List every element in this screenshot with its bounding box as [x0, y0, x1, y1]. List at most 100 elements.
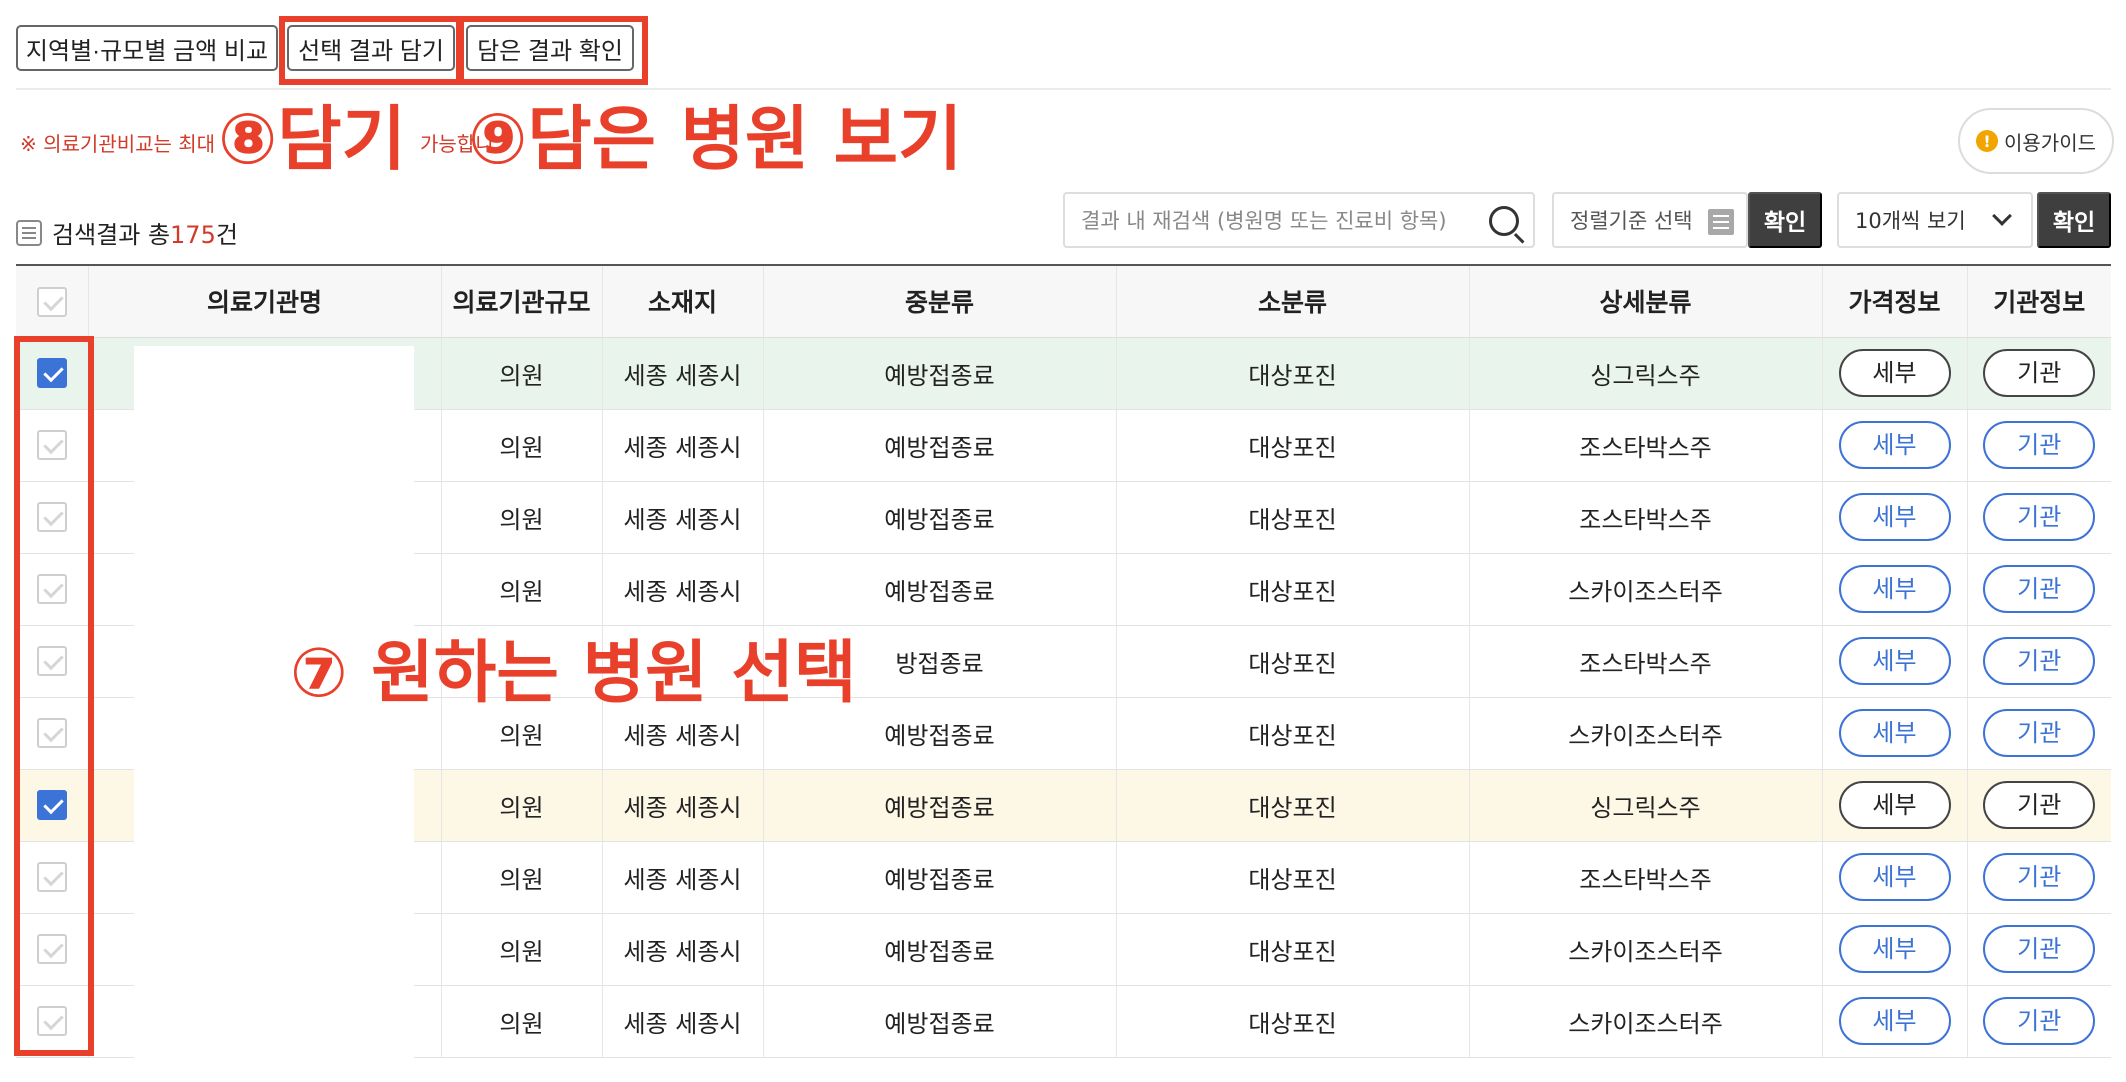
- price-detail-button[interactable]: 세부: [1838, 925, 1951, 973]
- row-checkbox[interactable]: [36, 358, 67, 388]
- row-checkbox[interactable]: [36, 574, 67, 604]
- price-info-cell: 세부: [1822, 625, 1968, 698]
- annotation-step-9: ⑨담은 병원 보기: [468, 98, 963, 180]
- detail-category-cell: 조스타박스주: [1469, 841, 1823, 914]
- location-cell: 세종 세종시: [602, 913, 764, 986]
- institution-info-cell: 기관: [1967, 409, 2111, 482]
- institution-info-button[interactable]: 기관: [1983, 997, 2096, 1045]
- usage-guide-button[interactable]: ! 이용가이드: [1958, 108, 2114, 174]
- institution-info-button[interactable]: 기관: [1983, 637, 2096, 685]
- header-small-category: 소분류: [1116, 264, 1470, 338]
- row-checkbox[interactable]: [36, 718, 67, 748]
- small-category-cell: 대상포진: [1116, 769, 1470, 842]
- price-info-cell: 세부: [1822, 409, 1968, 482]
- row-checkbox[interactable]: [36, 862, 67, 892]
- header-location: 소재지: [602, 264, 764, 338]
- institution-size-cell: 의원: [441, 985, 603, 1058]
- location-cell: 세종 세종시: [602, 769, 764, 842]
- result-count-suffix: 건: [215, 221, 238, 249]
- header-mid-category: 중분류: [763, 264, 1117, 338]
- price-detail-button[interactable]: 세부: [1838, 637, 1951, 685]
- chevron-down-icon: [1992, 206, 2012, 226]
- row-checkbox[interactable]: [36, 790, 67, 820]
- detail-category-cell: 조스타박스주: [1469, 409, 1823, 482]
- select-all-checkbox[interactable]: [36, 286, 67, 317]
- header-size: 의료기관규모: [441, 264, 603, 338]
- price-detail-button[interactable]: 세부: [1838, 349, 1951, 397]
- institution-size-cell: 의원: [441, 337, 603, 410]
- institution-info-cell: 기관: [1967, 697, 2111, 770]
- add-selected-results-button[interactable]: 선택 결과 담기: [287, 25, 455, 71]
- institution-info-button[interactable]: 기관: [1983, 493, 2096, 541]
- small-category-cell: 대상포진: [1116, 697, 1470, 770]
- institution-info-button[interactable]: 기관: [1983, 781, 2096, 829]
- price-detail-button[interactable]: 세부: [1838, 565, 1951, 613]
- institution-info-cell: 기관: [1967, 841, 2111, 914]
- small-category-cell: 대상포진: [1116, 841, 1470, 914]
- institution-info-button[interactable]: 기관: [1983, 565, 2096, 613]
- detail-category-cell: 싱그릭스주: [1469, 337, 1823, 410]
- price-info-cell: 세부: [1822, 553, 1968, 626]
- notice-text: ※ 의료기관비교는 최대: [20, 132, 216, 156]
- mid-category-cell: 예방접종료: [763, 985, 1117, 1058]
- price-info-cell: 세부: [1822, 697, 1968, 770]
- per-page-confirm-button[interactable]: 확인: [2037, 192, 2111, 248]
- price-detail-button[interactable]: 세부: [1838, 421, 1951, 469]
- price-detail-button[interactable]: 세부: [1838, 997, 1951, 1045]
- row-checkbox[interactable]: [36, 502, 67, 532]
- per-page-select[interactable]: 10개씩 보기: [1837, 192, 2033, 248]
- region-size-compare-button[interactable]: 지역별·규모별 금액 비교: [16, 25, 278, 71]
- detail-category-cell: 스카이조스터주: [1469, 913, 1823, 986]
- institution-info-button[interactable]: 기관: [1983, 925, 2096, 973]
- location-cell: 세종 세종시: [602, 337, 764, 410]
- row-select-cell: [16, 481, 89, 554]
- per-page-label: 10개씩 보기: [1855, 209, 1966, 233]
- re-search-input[interactable]: 결과 내 재검색 (병원명 또는 진료비 항목): [1063, 192, 1535, 248]
- row-select-cell: [16, 913, 89, 986]
- header-institution-info: 기관정보: [1967, 264, 2111, 338]
- institution-info-cell: 기관: [1967, 985, 2111, 1058]
- location-cell: 세종 세종시: [602, 553, 764, 626]
- info-icon: !: [1976, 130, 1998, 152]
- institution-info-button[interactable]: 기관: [1983, 349, 2096, 397]
- row-select-cell: [16, 841, 89, 914]
- mid-category-cell: 예방접종료: [763, 481, 1117, 554]
- price-info-cell: 세부: [1822, 337, 1968, 410]
- small-category-cell: 대상포진: [1116, 625, 1470, 698]
- re-search-placeholder: 결과 내 재검색 (병원명 또는 진료비 항목): [1081, 209, 1447, 233]
- price-detail-button[interactable]: 세부: [1838, 493, 1951, 541]
- search-icon[interactable]: [1489, 206, 1519, 236]
- top-divider: [16, 88, 2111, 90]
- institution-info-cell: 기관: [1967, 553, 2111, 626]
- row-select-cell: [16, 697, 89, 770]
- mid-category-cell: 예방접종료: [763, 769, 1117, 842]
- institution-info-cell: 기관: [1967, 625, 2111, 698]
- price-detail-button[interactable]: 세부: [1838, 853, 1951, 901]
- small-category-cell: 대상포진: [1116, 481, 1470, 554]
- institution-info-button[interactable]: 기관: [1983, 709, 2096, 757]
- sort-select[interactable]: 정렬기준 선택: [1552, 192, 1748, 248]
- location-cell: 세종 세종시: [602, 985, 764, 1058]
- institution-size-cell: 의원: [441, 481, 603, 554]
- price-detail-button[interactable]: 세부: [1838, 709, 1951, 757]
- view-added-results-button[interactable]: 담은 결과 확인: [466, 25, 634, 71]
- price-info-cell: 세부: [1822, 481, 1968, 554]
- institution-size-cell: 의원: [441, 553, 603, 626]
- price-info-cell: 세부: [1822, 769, 1968, 842]
- small-category-cell: 대상포진: [1116, 553, 1470, 626]
- small-category-cell: 대상포진: [1116, 913, 1470, 986]
- annotation-step-7: ⑦ 원하는 병원 선택: [290, 634, 857, 713]
- mid-category-cell: 예방접종료: [763, 409, 1117, 482]
- institution-info-cell: 기관: [1967, 913, 2111, 986]
- institution-info-button[interactable]: 기관: [1983, 853, 2096, 901]
- list-icon: [16, 219, 42, 246]
- row-checkbox[interactable]: [36, 646, 67, 676]
- price-detail-button[interactable]: 세부: [1838, 781, 1951, 829]
- sort-confirm-button[interactable]: 확인: [1748, 192, 1822, 248]
- price-info-cell: 세부: [1822, 985, 1968, 1058]
- row-checkbox[interactable]: [36, 934, 67, 964]
- institution-info-button[interactable]: 기관: [1983, 421, 2096, 469]
- row-checkbox[interactable]: [36, 430, 67, 460]
- row-checkbox[interactable]: [36, 1006, 67, 1036]
- result-count-prefix: 검색결과 총: [52, 221, 171, 249]
